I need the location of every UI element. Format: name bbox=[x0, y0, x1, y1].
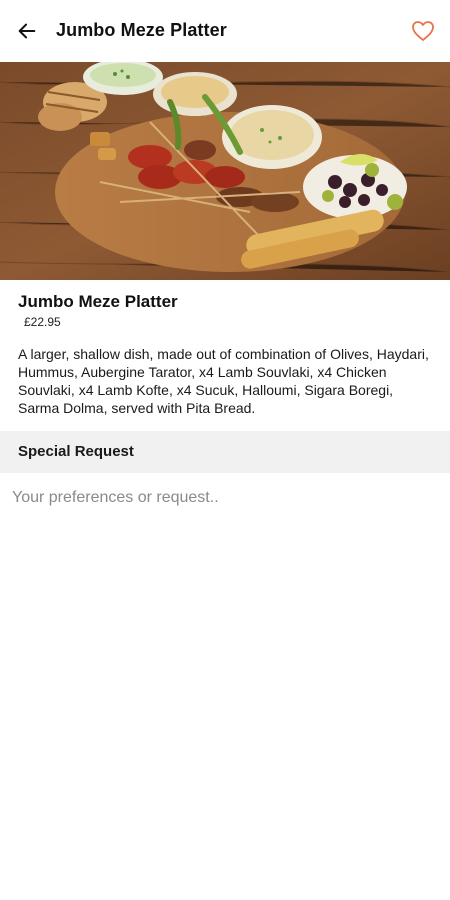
back-button[interactable] bbox=[12, 16, 42, 46]
item-name: Jumbo Meze Platter bbox=[18, 292, 178, 311]
special-request-header: Special Request bbox=[0, 431, 450, 473]
special-request-input[interactable] bbox=[0, 478, 450, 518]
arrow-left-icon bbox=[18, 23, 36, 39]
item-photo bbox=[0, 62, 450, 280]
favorite-button[interactable] bbox=[408, 16, 438, 46]
item-price: £22.95 bbox=[24, 315, 61, 329]
item-description: A larger, shallow dish, made out of comb… bbox=[18, 346, 429, 416]
heart-outline-icon bbox=[412, 21, 434, 41]
special-request-title: Special Request bbox=[18, 443, 134, 460]
page-title: Jumbo Meze Platter bbox=[56, 20, 227, 40]
app-bar: Jumbo Meze Platter bbox=[0, 0, 450, 62]
